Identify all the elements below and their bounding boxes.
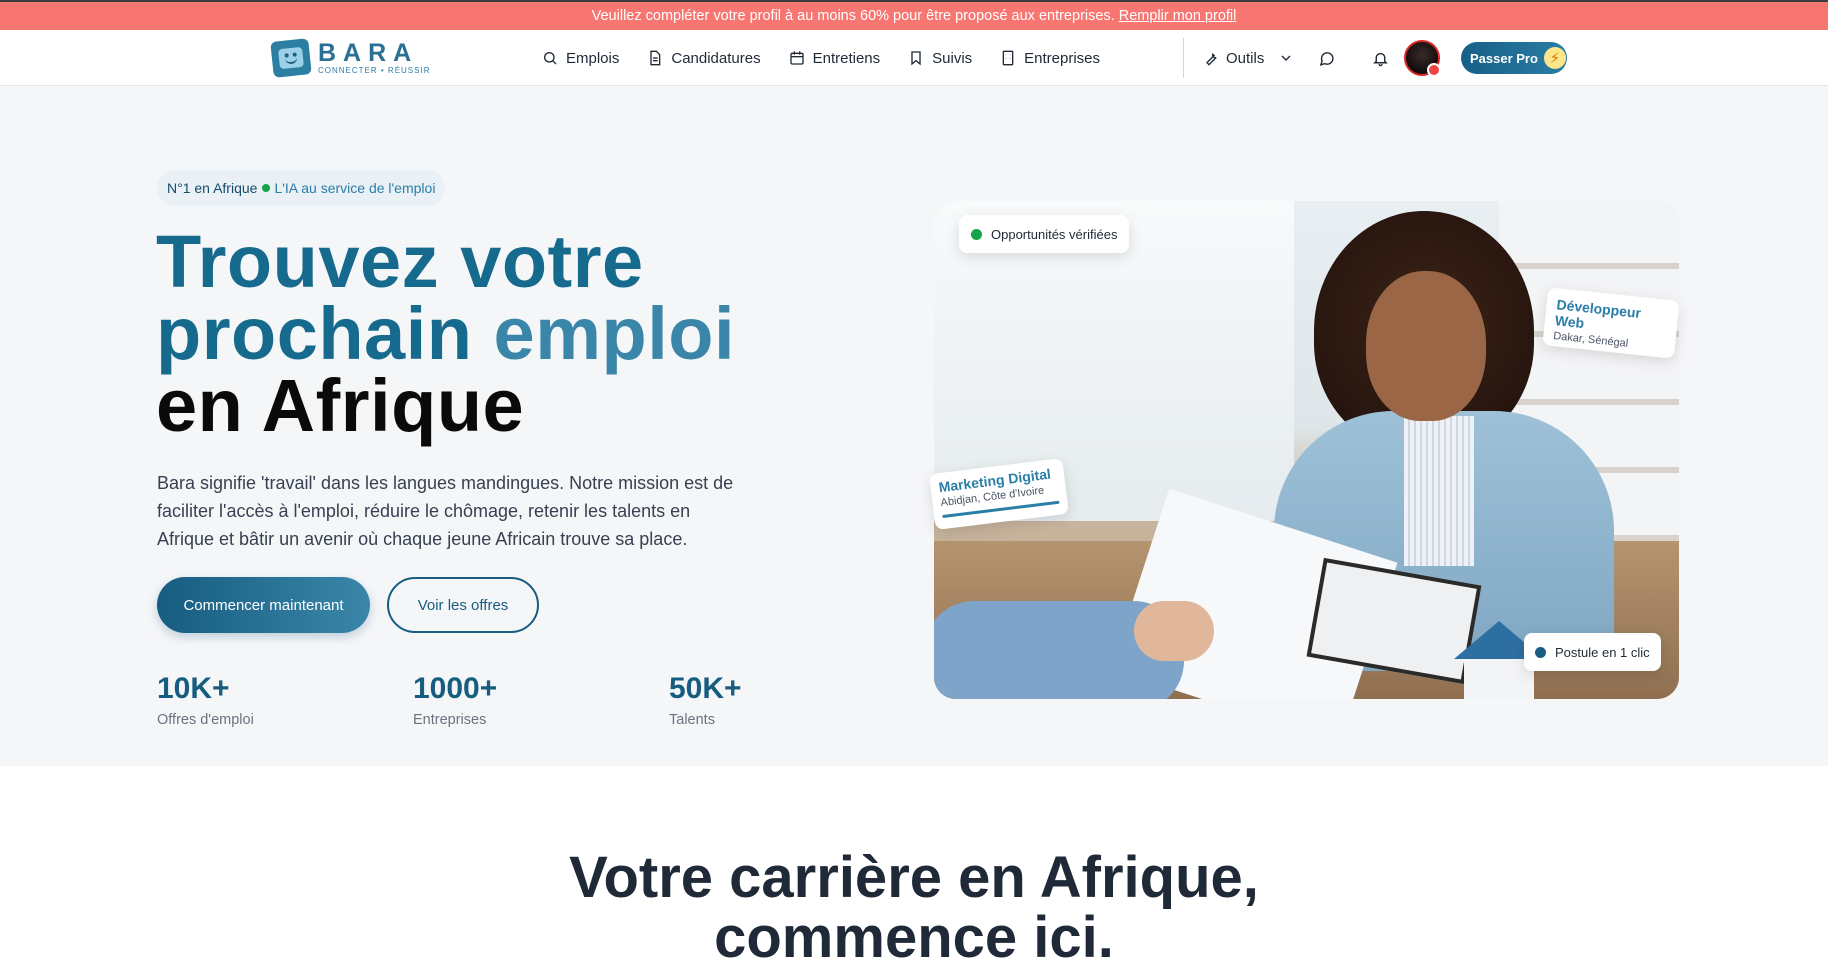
main-nav: Emplois Candidatures Entretiens Suivis E…: [542, 30, 1128, 86]
logo-tagline: CONNECTER • RÉUSSIR: [318, 66, 431, 75]
upgrade-pro-button[interactable]: Passer Pro ⚡: [1461, 42, 1567, 74]
chat-bubble-icon: [1319, 51, 1334, 66]
nav-candidatures[interactable]: Candidatures: [647, 49, 761, 67]
messages-button[interactable]: [1315, 47, 1337, 69]
stat-value: 10K+: [157, 672, 230, 705]
tools-label: Outils: [1226, 49, 1265, 67]
one-click-apply-tag: Postule en 1 clic: [1524, 633, 1661, 671]
green-dot-icon: [262, 184, 271, 192]
start-now-button[interactable]: Commencer maintenant: [157, 577, 370, 633]
stat-value: 50K+: [669, 672, 742, 705]
bookmark-icon: [911, 51, 921, 66]
hero-photo: [934, 201, 1679, 699]
chevron-down-icon: [1281, 55, 1291, 61]
complete-profile-link[interactable]: Remplir mon profil: [1119, 8, 1237, 24]
stat-label: Entreprises: [413, 712, 487, 728]
stat-label: Offres d'emploi: [157, 712, 254, 728]
nav-suivis[interactable]: Suivis: [908, 50, 972, 67]
bell-icon: [1372, 52, 1388, 66]
verified-label: Opportunités vérifiées: [991, 226, 1118, 242]
nav-label: Emplois: [566, 49, 620, 67]
user-avatar[interactable]: [1404, 40, 1441, 77]
section-title-line2: commence ici.: [714, 905, 1114, 970]
stat-offers: 10K+ Offres d'emploi: [157, 672, 254, 728]
file-icon: [650, 50, 661, 66]
nav-label: Entreprises: [1024, 49, 1101, 67]
nav-label: Candidatures: [671, 49, 761, 67]
stat-talents: 50K+ Talents: [669, 672, 742, 728]
nav-emplois[interactable]: Emplois: [542, 50, 619, 67]
badge-slogan: L'IA au service de l'emploi: [274, 180, 436, 196]
hero-description: Bara signifie 'travail' dans les langues…: [157, 473, 734, 549]
building-icon: [1002, 50, 1014, 66]
stat-companies: 1000+ Entreprises: [413, 672, 497, 728]
hero-badge: N°1 en Afrique L'IA au service de l'empl…: [157, 170, 446, 206]
badge-rank: N°1 en Afrique: [167, 180, 258, 196]
hero-section: N°1 en Afrique L'IA au service de l'empl…: [0, 86, 1828, 766]
nav-divider: [1183, 38, 1184, 78]
section-title: Votre carrière en Afrique, commence ici.: [0, 848, 1828, 968]
top-nav-bar: BARA CONNECTER • RÉUSSIR Emplois Candida…: [0, 30, 1828, 86]
hero-title-line1: Trouvez votre: [156, 220, 644, 303]
pro-label: Passer Pro: [1470, 50, 1538, 66]
green-dot-icon: [971, 228, 982, 240]
nav-entreprises[interactable]: Entreprises: [1000, 50, 1100, 67]
avatar-status-badge: [1427, 63, 1441, 77]
apply-label: Postule en 1 clic: [1555, 644, 1650, 660]
banner-text: Veuillez compléter votre profil à au moi…: [591, 8, 1115, 24]
verified-opportunities-tag: Opportunités vérifiées: [959, 215, 1130, 253]
nav-label: Suivis: [932, 49, 973, 67]
tools-dropdown[interactable]: Outils: [1203, 30, 1294, 86]
logo-robot-icon: [270, 38, 312, 78]
hero-title-line2a: prochain: [156, 292, 473, 375]
nav-entretiens[interactable]: Entretiens: [789, 49, 881, 67]
notifications-button[interactable]: [1369, 47, 1391, 69]
section-title-line1: Votre carrière en Afrique,: [569, 845, 1259, 910]
view-offers-button[interactable]: Voir les offres: [387, 577, 539, 633]
stat-label: Talents: [669, 712, 715, 728]
hero-title-line2b: emploi: [493, 292, 736, 375]
bara-logo[interactable]: BARA CONNECTER • RÉUSSIR: [270, 36, 431, 80]
blue-dot-icon: [1535, 646, 1546, 658]
stat-value: 1000+: [413, 672, 498, 705]
hero-title-line3: en Afrique: [156, 364, 525, 447]
lightning-icon: ⚡: [1543, 47, 1566, 69]
calendar-icon: [789, 51, 804, 65]
logo-word: BARA: [318, 39, 419, 67]
wrench-icon: [1206, 52, 1217, 66]
nav-label: Entretiens: [812, 49, 881, 67]
hero-title: Trouvez votre prochain emploi en Afrique: [156, 220, 736, 447]
profile-banner: Veuillez compléter votre profil à au moi…: [0, 0, 1828, 30]
search-icon: [544, 52, 557, 65]
